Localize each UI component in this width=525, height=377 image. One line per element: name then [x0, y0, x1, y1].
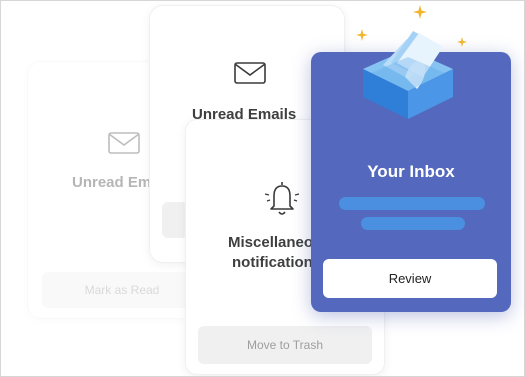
- review-button[interactable]: Review: [323, 259, 497, 298]
- sparkle-icon: [356, 29, 368, 41]
- placeholder-bar: [339, 197, 485, 210]
- inbox-title: Your Inbox: [367, 162, 455, 181]
- placeholder-bar: [361, 217, 465, 230]
- card-title-line2: notifications: [232, 254, 322, 271]
- sparkle-icon: [413, 5, 427, 19]
- notification-cards-stage: Unread Emails Mark as Read Unread Emails…: [0, 0, 525, 377]
- mark-as-read-button[interactable]: Mark as Read: [42, 272, 202, 308]
- envelope-icon: [234, 62, 266, 84]
- move-to-trash-button[interactable]: Move to Trash: [198, 326, 372, 364]
- inbox-tray-icon: [363, 31, 453, 119]
- bell-icon: [264, 182, 300, 215]
- envelope-icon: [108, 132, 140, 154]
- sparkle-icon: [457, 37, 467, 47]
